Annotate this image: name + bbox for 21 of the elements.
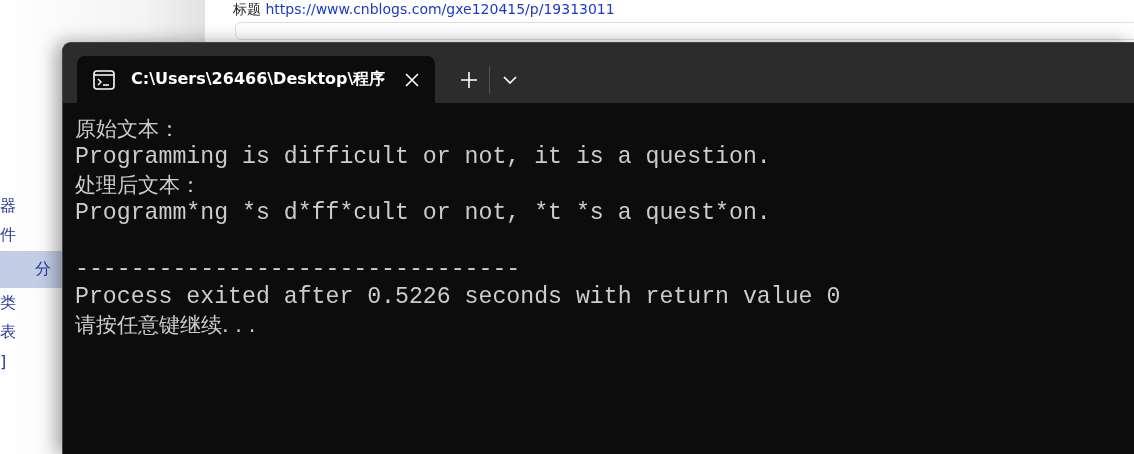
close-icon[interactable] <box>405 72 419 87</box>
terminal-tab[interactable]: C:\Users\26466\Desktop\程序 <box>77 56 435 103</box>
output-line: 请按任意键继续. . . <box>75 312 256 339</box>
sidebar-item[interactable]: 器 <box>0 196 16 217</box>
chevron-down-icon[interactable] <box>503 75 517 84</box>
output-line: Programm*ng *s d*ff*cult or not, *t *s a quest*on. <box>75 199 771 227</box>
output-line: 原始文本： <box>75 116 180 143</box>
sidebar-item[interactable]: 类 <box>0 293 16 314</box>
title-label: 标题 <box>233 1 261 17</box>
sidebar-item[interactable]: 件 <box>0 225 16 246</box>
sidebar-item[interactable]: 表 <box>0 322 16 343</box>
output-line: Process exited after 0.5226 seconds with return value 0 <box>75 283 841 311</box>
sidebar-item[interactable]: ] <box>0 352 7 371</box>
output-line: Programming is difficult or not, it is a question. <box>75 143 771 171</box>
output-line: 处理后文本： <box>75 172 201 199</box>
add-icon[interactable] <box>461 71 477 88</box>
output-line: -------------------------------- <box>75 255 521 283</box>
tab-title: C:\Users\26466\Desktop\程序 <box>131 69 387 90</box>
url-link[interactable]: https://www.cnblogs.com/gxe120415/p/19313011 <box>265 1 615 17</box>
terminal-icon <box>93 69 115 90</box>
sidebar-item[interactable]: 分 <box>35 259 51 280</box>
